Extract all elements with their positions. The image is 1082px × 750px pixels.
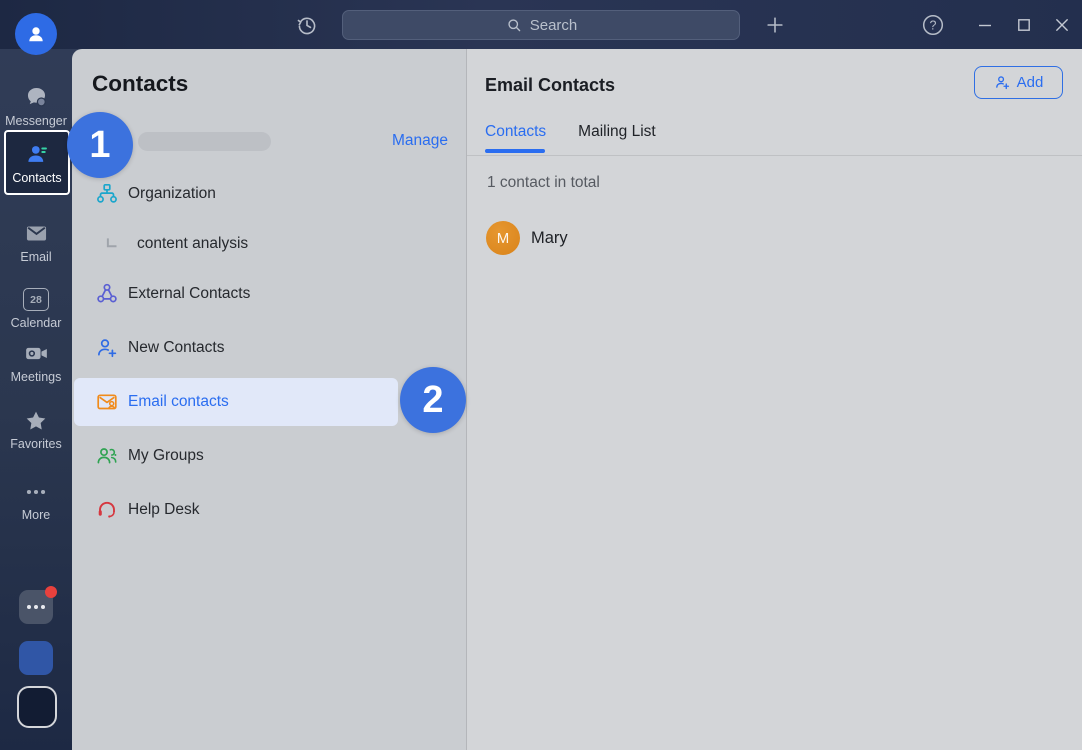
search-icon [505,16,523,34]
sidebar-item-label: Messenger [0,114,72,128]
sidebar-item-label: Favorites [0,437,72,451]
tab-bar: Contacts Mailing List [485,123,656,141]
user-avatar[interactable] [15,13,57,55]
category-organization[interactable]: Organization [72,167,466,221]
contact-count: 1 contact in total [487,174,600,192]
email-contacts-icon [95,390,119,414]
maximize-button[interactable] [1011,12,1037,38]
category-my-groups[interactable]: My Groups [72,429,466,483]
minimize-button[interactable] [972,12,998,38]
page-title: Email Contacts [485,75,615,96]
add-button[interactable]: Add [974,66,1063,99]
organization-icon [95,182,119,206]
new-contacts-icon [95,336,119,360]
tab-mailing-list[interactable]: Mailing List [578,123,656,141]
messenger-icon [0,84,72,111]
contact-name: Mary [531,229,568,248]
active-tab-underline [485,149,545,153]
meetings-icon [0,340,72,367]
calendar-icon: 28 [0,286,72,313]
contact-row[interactable]: M Mary [486,221,1062,255]
workspace-blue-icon[interactable] [19,641,53,675]
category-label: My Groups [128,447,204,465]
my-groups-icon [95,444,119,468]
sidebar-item-contacts-active[interactable]: Contacts [4,130,70,195]
favorites-icon [0,407,72,434]
app-window: Search ? Messenger Contacts Email 28 Calenda… [0,0,1082,750]
more-apps-icon[interactable] [19,590,53,624]
category-label: content analysis [137,235,248,253]
svg-text:?: ? [930,18,937,32]
contact-avatar: M [486,221,520,255]
sidebar-item-label: Email [0,250,72,264]
category-external-contacts[interactable]: External Contacts [72,267,466,321]
contact-category-list: Organization content analysis External Con… [72,167,466,537]
contacts-icon [24,141,51,168]
sidebar-item-calendar[interactable]: 28 Calendar [0,286,72,330]
category-label: Organization [128,185,216,203]
subfolder-icon [100,232,124,256]
contact-list: M Mary [486,221,1062,269]
email-contacts-panel: Email Contacts Add ContactsMailing List … [466,49,1082,750]
category-new-contacts[interactable]: New Contacts [72,321,466,375]
loading-skeleton-bar [138,132,271,151]
content-area: Contacts Manage Organization content anal… [72,49,1082,750]
left-navigation-rail: Messenger Contacts Email 28 Calendar Meetings… [0,49,72,750]
sidebar-item-more[interactable]: More [0,478,72,522]
tab-contacts[interactable]: Contacts [485,123,546,141]
divider [467,155,1082,156]
history-icon[interactable] [294,12,320,38]
category-label: Help Desk [128,501,200,519]
sidebar-item-label: Contacts [12,171,61,185]
more-icon [0,478,72,505]
search-input[interactable]: Search [342,10,740,40]
sidebar-item-label: More [0,508,72,522]
panel-title: Contacts [92,71,188,97]
external-contacts-icon [95,282,119,306]
category-email-contacts[interactable]: Email contacts [74,378,398,426]
sidebar-item-email[interactable]: Email [0,220,72,264]
sidebar-item-favorites[interactable]: Favorites [0,407,72,451]
help-desk-icon [95,498,119,522]
title-bar: Search ? [0,0,1082,49]
category-content-analysis[interactable]: content analysis [72,221,466,267]
plus-icon[interactable] [762,12,788,38]
step-1-badge: 1 [67,112,133,178]
sidebar-item-label: Calendar [0,316,72,330]
notification-dot [45,586,57,598]
category-help-desk[interactable]: Help Desk [72,483,466,537]
email-icon [0,220,72,247]
close-button[interactable] [1049,12,1075,38]
category-label: External Contacts [128,285,250,303]
category-label: New Contacts [128,339,224,357]
workspace-outline-icon[interactable] [17,686,57,728]
help-icon[interactable]: ? [920,12,946,38]
search-placeholder: Search [530,17,578,34]
manage-link[interactable]: Manage [392,132,448,150]
sidebar-item-label: Meetings [0,370,72,384]
sidebar-item-meetings[interactable]: Meetings [0,340,72,384]
sidebar-item-messenger[interactable]: Messenger [0,84,72,128]
step-2-badge: 2 [400,367,466,433]
category-label: Email contacts [128,393,229,411]
person-add-icon [994,74,1011,91]
person-icon [24,22,48,46]
